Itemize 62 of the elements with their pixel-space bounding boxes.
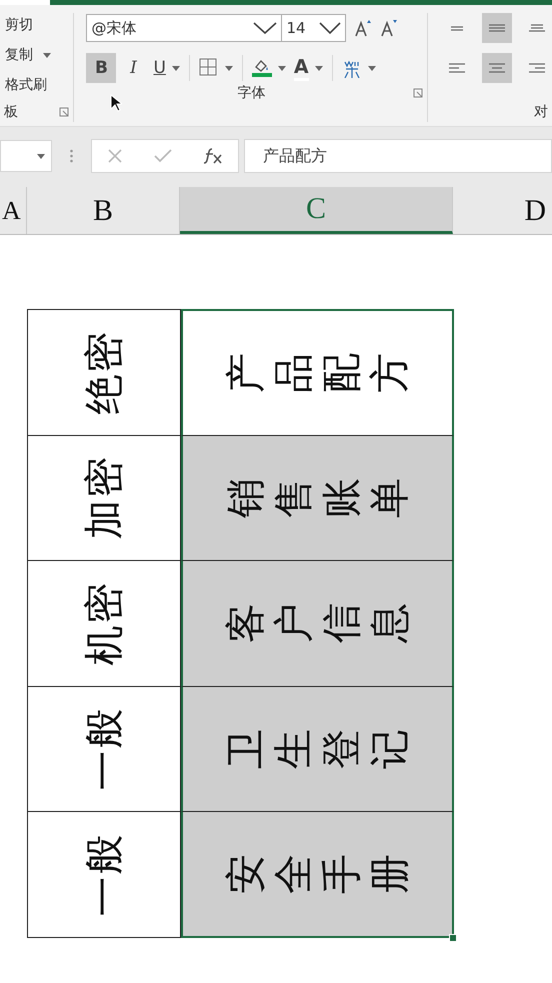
italic-button[interactable]: I [118,53,148,83]
table-cell[interactable]: 安全手册 [181,812,454,938]
cell-text: 加密 [80,456,128,540]
align-icon [529,63,545,73]
cell-text: 客户信息 [222,603,412,644]
align-middle-button[interactable] [482,13,512,43]
caret-icon [172,66,180,70]
caret-icon [368,66,376,70]
phonetic-guide-icon [342,58,362,78]
caret-icon [278,66,286,70]
align-icon [449,63,465,73]
clipboard-button[interactable]: 剪切 [5,13,74,37]
fill-handle[interactable] [449,934,457,942]
column-header[interactable]: C [180,187,453,234]
chevron-icon [253,21,278,35]
fill-color-icon [252,58,272,78]
cell-text: 机密 [80,581,128,666]
table-cell[interactable]: 卫生登记 [181,686,454,812]
align-icon [449,26,465,30]
align-icon [489,63,505,73]
fontcolor-button[interactable]: A [290,53,326,83]
grip-icon [70,149,73,163]
grow-font-icon[interactable] [354,19,372,37]
column-header[interactable]: A [0,187,27,234]
align-center-button[interactable] [482,53,512,83]
cell-text: 销售账单 [222,478,412,518]
cell-text: 绝密 [80,330,128,414]
cell-text: 卫生登记 [222,728,412,769]
check-icon[interactable] [154,149,172,163]
table-cell[interactable]: 产品配方 [181,309,454,436]
caret-icon [314,66,323,70]
font-name-text: @宋体 [91,18,136,38]
dialog-launcher-icon[interactable] [59,107,70,117]
chevron-icon [319,21,342,35]
table-cell[interactable]: 销售账单 [181,436,454,561]
bold-button[interactable]: B [86,53,116,83]
formula-text: 产品配方 [263,146,327,166]
align-icon [529,24,545,32]
cell-text: 一般 [80,832,128,916]
cell-text: 产品配方 [222,352,412,393]
caret-icon [37,154,45,158]
group-label: 对 [534,103,548,121]
clipboard-button[interactable]: 格式刷 [5,73,74,97]
borders-icon [198,58,219,78]
column-header[interactable]: D [453,187,552,234]
font-size-text: 14 [286,19,306,37]
shrink-font-icon[interactable] [380,19,398,37]
font-name-field[interactable]: @宋体 [86,14,282,42]
clipboard-button[interactable]: 复制 [5,43,74,67]
dialog-launcher-icon[interactable] [413,88,423,98]
cell-text: 安全手册 [222,854,412,894]
caret-icon [224,66,233,70]
cell-text: 一般 [80,706,128,791]
group-label: 板 [4,103,18,121]
table-cell[interactable]: 客户信息 [181,561,454,686]
align-icon [489,24,505,32]
function-icon[interactable] [202,148,223,164]
font-size-field[interactable]: 14 [282,14,346,42]
mouse-cursor-icon [110,94,122,112]
underline-button[interactable]: U [150,53,183,83]
formula-field[interactable]: 产品配方 [244,139,552,173]
group-label: 字体 [238,84,266,102]
